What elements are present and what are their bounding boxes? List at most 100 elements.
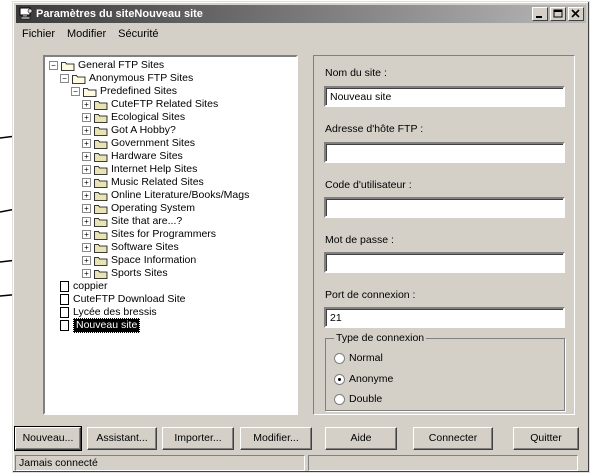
menu-securite[interactable]: Sécurité: [112, 26, 164, 44]
maximize-button[interactable]: [550, 7, 566, 21]
password-field[interactable]: [324, 252, 565, 273]
radio-double-label: Double: [349, 393, 383, 405]
expand-toggle-icon[interactable]: +: [82, 269, 91, 278]
tree-item-label: Predefined Sites: [100, 85, 178, 97]
tree-item-site[interactable]: CuteFTP Download Site: [60, 293, 185, 306]
expand-toggle-icon[interactable]: +: [82, 165, 91, 174]
title-bar[interactable]: Paramètres du siteNouveau site: [16, 5, 586, 23]
tree-item-category[interactable]: + Sports Sites: [82, 267, 168, 280]
expand-toggle-icon[interactable]: +: [82, 126, 91, 135]
folder-icon: [94, 165, 108, 175]
tree-item-category[interactable]: + Software Sites: [82, 241, 179, 254]
tree-item-category[interactable]: + Online Literature/Books/Mags: [82, 189, 249, 202]
host-label: Adresse d'hôte FTP :: [325, 123, 424, 135]
folder-icon: [83, 87, 97, 97]
radio-double-button[interactable]: [334, 393, 345, 405]
connection-type-group: Type de connexion Normal Anonyme Double: [325, 332, 565, 411]
radio-anonymous[interactable]: Anonyme: [334, 373, 393, 385]
expand-toggle-icon[interactable]: +: [82, 230, 91, 239]
expand-toggle-icon[interactable]: +: [82, 139, 91, 148]
expand-toggle-icon[interactable]: +: [82, 217, 91, 226]
folder-icon: [94, 269, 108, 279]
tree-item-predefined[interactable]: − Predefined Sites: [71, 85, 177, 98]
tree-item-label: Internet Help Sites: [111, 163, 198, 175]
new-button[interactable]: Nouveau...: [14, 426, 82, 451]
status-cell-empty: [308, 455, 578, 471]
tree-item-category[interactable]: + Ecological Sites: [82, 111, 185, 124]
expand-toggle-icon[interactable]: −: [71, 87, 80, 96]
tree-item-root[interactable]: − General FTP Sites: [49, 59, 164, 72]
tree-item-anonymous[interactable]: − Anonymous FTP Sites: [60, 72, 193, 85]
tree-item-category[interactable]: + Hardware Sites: [82, 150, 183, 163]
folder-icon: [94, 113, 108, 123]
tree-item-category[interactable]: + Internet Help Sites: [82, 163, 197, 176]
wizard-button[interactable]: Assistant...: [87, 427, 157, 450]
app-icon: [19, 7, 33, 20]
close-button[interactable]: [568, 7, 584, 21]
expand-toggle-icon[interactable]: −: [49, 61, 58, 70]
help-button[interactable]: Aide: [325, 427, 397, 450]
menu-fichier[interactable]: Fichier: [16, 26, 61, 44]
tree-item-site[interactable]: coppier: [60, 280, 107, 293]
edit-button[interactable]: Modifier...: [240, 427, 312, 450]
expand-toggle-icon[interactable]: +: [82, 256, 91, 265]
radio-double[interactable]: Double: [334, 393, 382, 405]
expand-toggle-icon[interactable]: +: [82, 152, 91, 161]
tree-item-label: Government Sites: [111, 137, 196, 149]
tree-item-category[interactable]: + Music Related Sites: [82, 176, 204, 189]
tree-item-label: Operating System: [111, 202, 196, 214]
site-document-icon: [60, 281, 69, 292]
expand-toggle-icon[interactable]: +: [82, 100, 91, 109]
radio-normal-label: Normal: [349, 352, 383, 364]
tree-item-category[interactable]: + Government Sites: [82, 137, 195, 150]
folder-icon: [94, 230, 108, 240]
tree-item-category[interactable]: + Got A Hobby?: [82, 124, 176, 137]
tree-item-label: Online Literature/Books/Mags: [111, 189, 250, 201]
tree-item-category[interactable]: + Operating System: [82, 202, 195, 215]
site-name-field[interactable]: Nouveau site: [324, 86, 565, 107]
radio-normal[interactable]: Normal: [334, 352, 383, 364]
tree-item-category[interactable]: + Site that are...?: [82, 215, 182, 228]
expand-toggle-icon[interactable]: +: [82, 178, 91, 187]
expand-toggle-icon[interactable]: +: [82, 204, 91, 213]
minimize-button[interactable]: [532, 7, 548, 21]
tree-item-category[interactable]: + Sites for Programmers: [82, 228, 216, 241]
password-label: Mot de passe :: [325, 234, 394, 246]
expand-toggle-icon[interactable]: +: [82, 191, 91, 200]
port-field[interactable]: 21: [324, 307, 565, 328]
host-field[interactable]: [324, 142, 565, 163]
folder-icon: [94, 256, 108, 266]
folder-icon: [94, 126, 108, 136]
tree-item-label: CuteFTP Download Site: [73, 293, 186, 305]
expand-toggle-icon[interactable]: +: [82, 113, 91, 122]
folder-icon: [94, 152, 108, 162]
quit-button[interactable]: Quitter: [513, 427, 579, 450]
status-bar: Jamais connecté: [15, 455, 585, 471]
radio-normal-button[interactable]: [334, 352, 345, 364]
expand-toggle-icon[interactable]: −: [60, 74, 69, 83]
tree-item-label: Hardware Sites: [111, 150, 183, 162]
button-row: Nouveau... Assistant... Importer... Modi…: [14, 426, 585, 451]
menu-modifier[interactable]: Modifier: [61, 26, 112, 44]
tree-item-selected-site[interactable]: Nouveau site: [60, 318, 141, 333]
tree-item-label: General FTP Sites: [78, 59, 165, 71]
folder-icon: [94, 191, 108, 201]
folder-icon: [94, 217, 108, 227]
tree-item-label: Site that are...?: [111, 215, 183, 227]
port-label: Port de connexion :: [325, 289, 416, 301]
user-field[interactable]: [324, 197, 565, 218]
site-document-icon: [60, 320, 69, 331]
tree-item-category[interactable]: + Space Information: [82, 254, 196, 267]
tree-item-label: Ecological Sites: [111, 111, 186, 123]
import-button[interactable]: Importer...: [162, 427, 234, 450]
radio-anonymous-button[interactable]: [334, 373, 345, 385]
site-document-icon: [60, 294, 69, 305]
expand-toggle-icon[interactable]: +: [82, 243, 91, 252]
connect-button[interactable]: Connecter: [413, 427, 493, 450]
user-label: Code d'utilisateur :: [325, 179, 412, 191]
tree-item-label: Nouveau site: [73, 318, 141, 333]
tree-item-category[interactable]: + CuteFTP Related Sites: [82, 98, 218, 111]
folder-icon: [94, 204, 108, 214]
site-tree[interactable]: − General FTP Sites − Anonymous FTP Sites − P…: [43, 55, 298, 415]
folder-icon: [94, 178, 108, 188]
